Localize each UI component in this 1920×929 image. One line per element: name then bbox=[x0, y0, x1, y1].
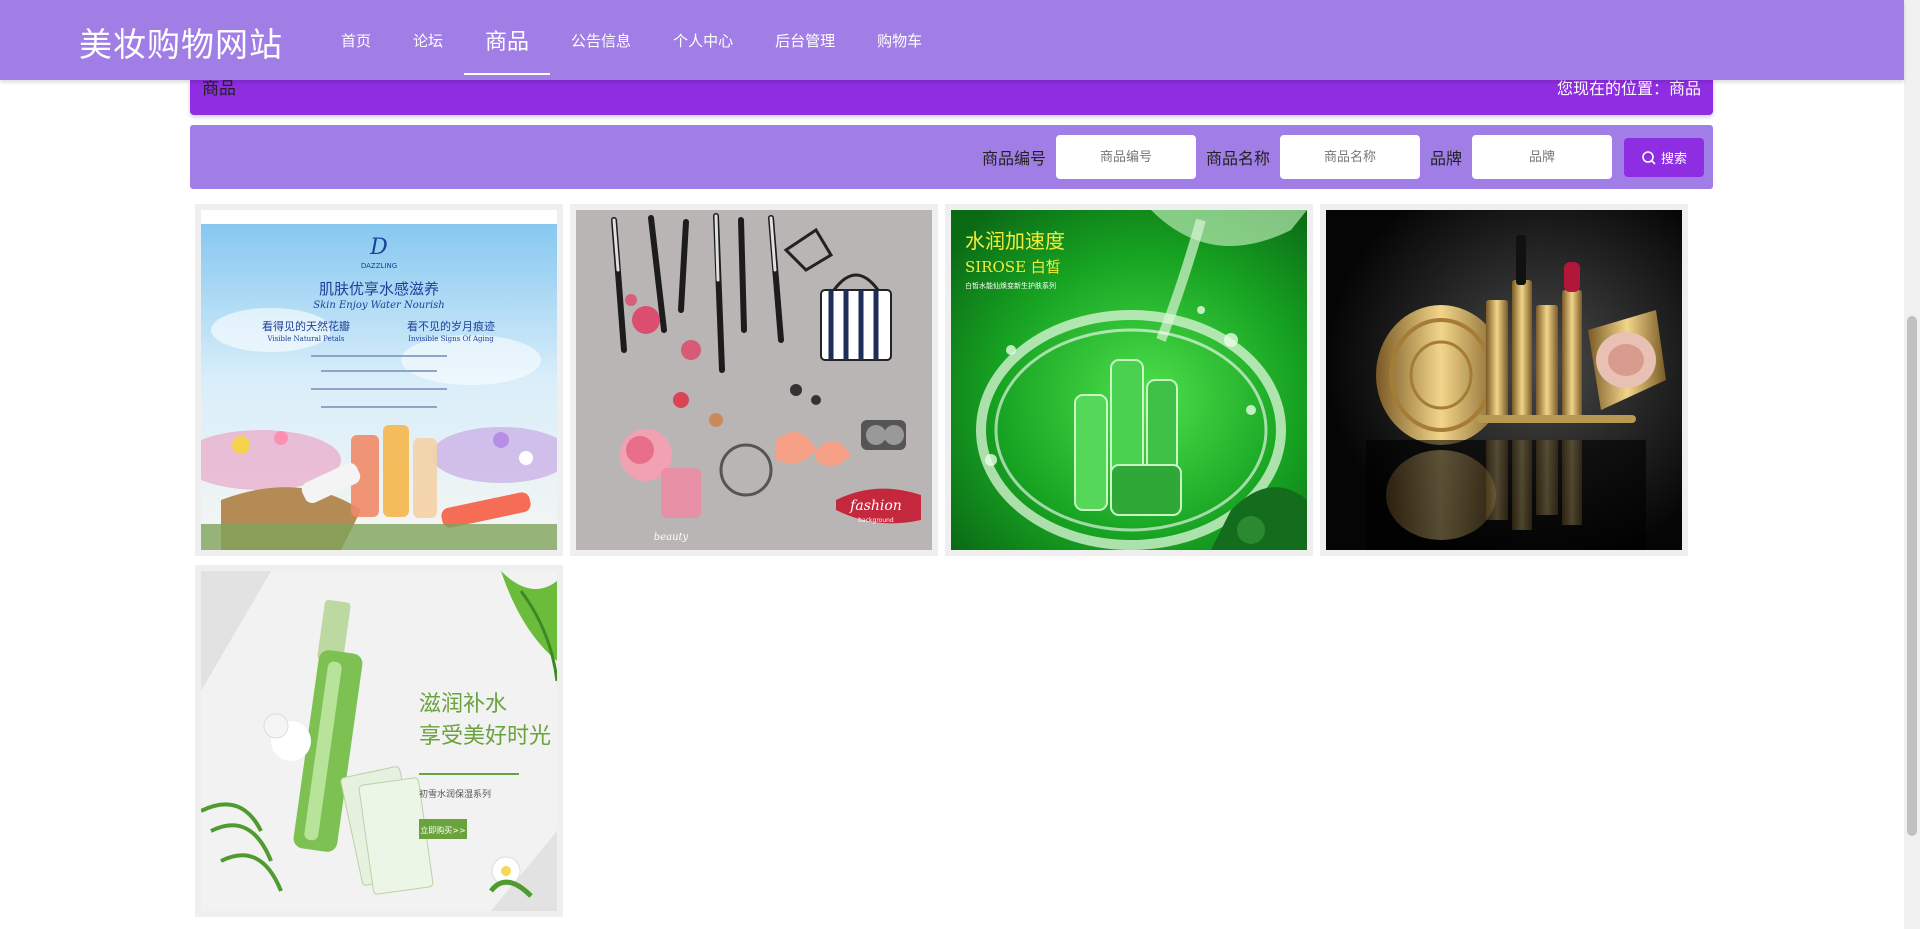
product-logo: D bbox=[369, 235, 388, 260]
product-cta: 立即购买>> bbox=[420, 825, 465, 835]
search-icon bbox=[1642, 150, 1656, 165]
product-subtitle-right-en: Invisible Signs Of Aging bbox=[408, 335, 494, 343]
search-bar: 商品编号 商品名称 品牌 搜索 bbox=[190, 125, 1713, 189]
nav-label: 论坛 bbox=[413, 31, 444, 50]
nav-label: 公告信息 bbox=[571, 31, 632, 50]
product-image[interactable]: fashion background beauty bbox=[576, 210, 932, 550]
nav-label: 后台管理 bbox=[775, 31, 836, 50]
search-button-label: 搜索 bbox=[1660, 152, 1687, 167]
scrollbar-thumb[interactable] bbox=[1907, 316, 1917, 836]
nav-label: 首页 bbox=[341, 31, 372, 50]
nav-item-forum[interactable]: 论坛 bbox=[392, 0, 464, 80]
product-line3: 初雪水润保湿系列 bbox=[419, 788, 491, 800]
product-code-input[interactable] bbox=[1056, 135, 1197, 179]
product-name-input[interactable] bbox=[1280, 135, 1421, 179]
product-line2: 享受美好时光 bbox=[419, 724, 551, 749]
product-subtitle-left: 看得见的天然花瓣 bbox=[262, 319, 350, 333]
code-label: 商品编号 bbox=[982, 149, 1047, 168]
code-search-group: 商品编号 bbox=[982, 135, 1197, 179]
product-image[interactable]: 水润加速度 SIROSE 白皙 白皙水能仙焕变新生护肤系列 bbox=[951, 210, 1307, 550]
page-scrollbar[interactable] bbox=[1904, 0, 1920, 929]
product-image[interactable] bbox=[1326, 210, 1682, 550]
product-title: 水润加速度 bbox=[965, 229, 1065, 253]
product-card[interactable] bbox=[1320, 204, 1688, 556]
product-card[interactable]: D DAZZLING 肌肤优享水感滋养 Skin Enjoy Water Nou… bbox=[195, 204, 563, 556]
product-card[interactable]: fashion background beauty bbox=[570, 204, 938, 556]
product-brand: DAZZLING bbox=[361, 262, 397, 270]
brand-label: 品牌 bbox=[1430, 149, 1463, 168]
product-card[interactable]: 水润加速度 SIROSE 白皙 白皙水能仙焕变新生护肤系列 bbox=[945, 204, 1313, 556]
site-title[interactable]: 美妆购物网站 bbox=[79, 18, 283, 66]
product-headline: 肌肤优享水感滋养 bbox=[319, 280, 439, 298]
breadcrumb: 您现在的位置：商品 bbox=[1556, 79, 1701, 98]
product-subtitle-right: 看不见的岁月痕迹 bbox=[407, 319, 495, 333]
main-nav: 首页 论坛 商品 公告信息 个人中心 后台管理 购物车 bbox=[320, 0, 943, 80]
product-subtitle: 白皙水能仙焕变新生护肤系列 bbox=[965, 281, 1056, 290]
name-label: 商品名称 bbox=[1206, 149, 1271, 168]
product-line1: 滋润补水 bbox=[419, 692, 507, 717]
product-headline-en: Skin Enjoy Water Nourish bbox=[313, 300, 444, 311]
product-script-sub: background bbox=[858, 517, 894, 524]
brand-search-group: 品牌 bbox=[1430, 135, 1613, 179]
product-subtitle-left-en: Visible Natural Petals bbox=[266, 335, 344, 343]
nav-item-admin[interactable]: 后台管理 bbox=[754, 0, 856, 80]
nav-label: 商品 bbox=[485, 30, 530, 55]
product-image[interactable]: 滋润补水 享受美好时光 初雪水润保湿系列 立即购买>> bbox=[201, 571, 557, 911]
name-search-group: 商品名称 bbox=[1206, 135, 1421, 179]
product-brand: SIROSE 白皙 bbox=[965, 258, 1061, 276]
product-script2: beauty bbox=[654, 532, 689, 543]
nav-item-cart[interactable]: 购物车 bbox=[856, 0, 943, 80]
nav-item-home[interactable]: 首页 bbox=[320, 0, 392, 80]
nav-item-announcements[interactable]: 公告信息 bbox=[550, 0, 652, 80]
breadcrumb-bar: 商品 您现在的位置：商品 bbox=[190, 80, 1713, 115]
brand-input[interactable] bbox=[1472, 135, 1613, 179]
search-button[interactable]: 搜索 bbox=[1624, 138, 1704, 177]
nav-label: 购物车 bbox=[877, 31, 923, 50]
product-card[interactable]: 滋润补水 享受美好时光 初雪水润保湿系列 立即购买>> bbox=[195, 565, 563, 917]
nav-label: 个人中心 bbox=[673, 31, 734, 50]
page-title: 商品 bbox=[202, 79, 236, 99]
nav-item-profile[interactable]: 个人中心 bbox=[652, 0, 754, 80]
nav-item-products[interactable]: 商品 bbox=[464, 0, 551, 80]
product-script: fashion bbox=[849, 498, 902, 514]
product-image[interactable]: D DAZZLING 肌肤优享水感滋养 Skin Enjoy Water Nou… bbox=[201, 210, 557, 550]
top-navbar: 美妆购物网站 首页 论坛 商品 公告信息 个人中心 后台管理 购物车 bbox=[0, 0, 1904, 80]
